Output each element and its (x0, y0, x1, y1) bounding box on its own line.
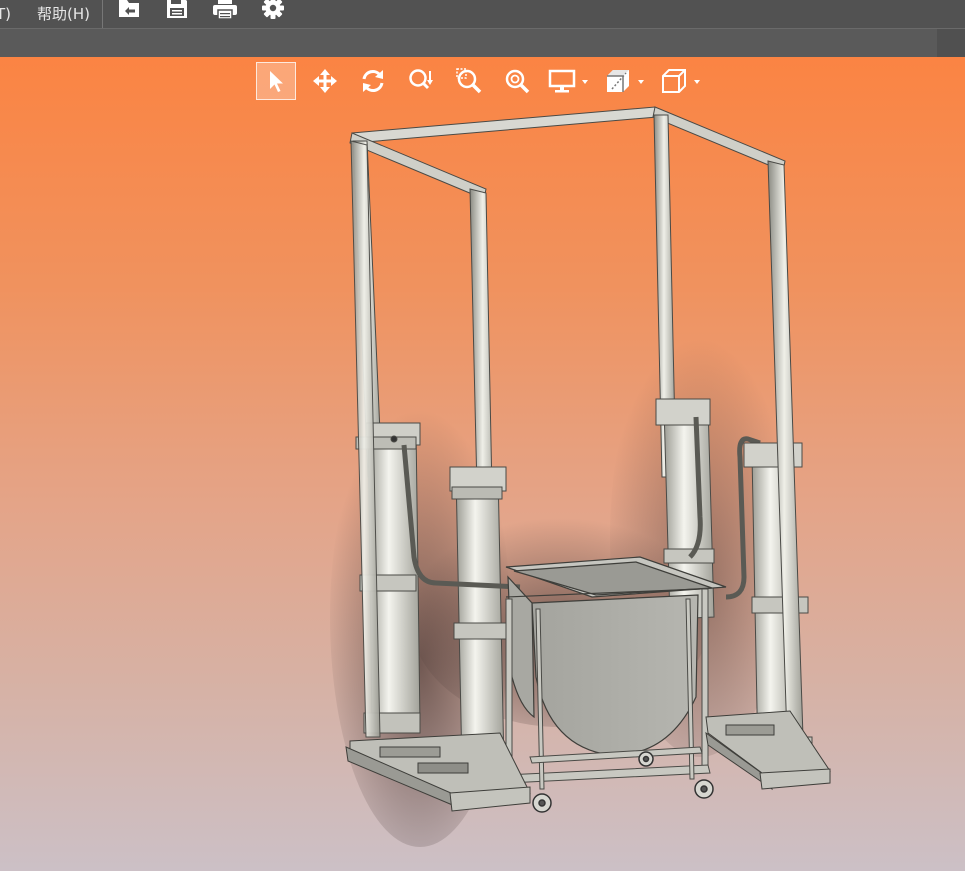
display-mode-icon (548, 69, 576, 93)
chevron-down-icon[interactable] (638, 80, 644, 84)
save-icon (167, 0, 187, 18)
select-arrow-icon (270, 71, 283, 92)
menu-separator (102, 0, 103, 28)
import-icon (119, 0, 139, 17)
base-frame-right (705, 710, 831, 791)
menu-item-help[interactable]: 帮助(H) (31, 0, 96, 28)
rotate-icon (362, 70, 384, 92)
view-toolbar (256, 61, 714, 101)
rotate-button[interactable] (354, 62, 392, 100)
command-bar (0, 28, 965, 57)
zoom-fit-icon (505, 69, 530, 94)
zoom-window-button[interactable] (450, 62, 488, 100)
display-mode-button[interactable] (546, 62, 592, 100)
standard-views-icon (662, 69, 686, 93)
gear-icon (262, 0, 284, 19)
assembly-model[interactable] (0, 57, 965, 871)
standard-views-button[interactable] (658, 62, 704, 100)
zoom-fit-button[interactable] (498, 62, 536, 100)
import-button[interactable] (111, 0, 147, 28)
zoom-window-icon (456, 68, 482, 94)
zoom-dynamic-button[interactable] (402, 62, 440, 100)
print-icon (213, 0, 237, 20)
pan-button[interactable] (306, 62, 344, 100)
zoom-dynamic-icon (409, 69, 433, 90)
3d-viewport[interactable] (0, 57, 965, 871)
menu-bar: T) 帮助(H) (0, 0, 965, 28)
chevron-down-icon[interactable] (582, 80, 588, 84)
top-frame (349, 106, 786, 200)
section-view-icon (607, 70, 629, 92)
panel-edge (937, 29, 965, 57)
print-button[interactable] (207, 0, 243, 28)
menu-item-tools[interactable]: T) (0, 0, 31, 28)
select-button[interactable] (256, 62, 296, 100)
cad-application: T) 帮助(H) (0, 0, 965, 871)
save-button[interactable] (159, 0, 195, 28)
section-view-button[interactable] (602, 62, 648, 100)
chevron-down-icon[interactable] (694, 80, 700, 84)
pan-icon (313, 69, 337, 93)
settings-button[interactable] (255, 0, 291, 28)
